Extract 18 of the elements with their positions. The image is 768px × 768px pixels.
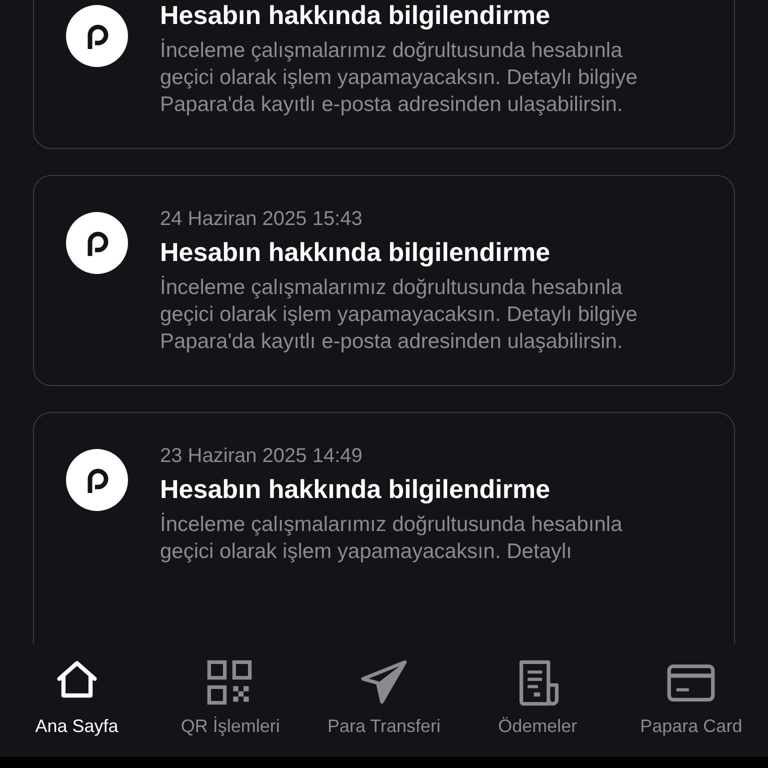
nav-tab[interactable]: QR İşlemleri [154,658,308,737]
notification-message: İnceleme çalışmalarımız doğrultusunda hesabınla geçici olarak işlem yapamayacaksın. Detaylı bilgiye Papara'da kayıtlı e-posta adresinden ulaşabilirsin. [160,274,638,355]
nav-tab[interactable]: Ana Sayfa [0,658,154,737]
notification-message: İnceleme çalışmalarımız doğrultusunda hesabınla geçici olarak işlem yapamayacaksın. Detaylı bilgiye Papara'da kayıtlı e-posta adresinden ulaşabilirsin. [160,38,638,118]
nav-tab[interactable]: Para Transferi [307,658,461,737]
logo-icon [66,212,128,274]
notification-card[interactable]: Hesabın hakkında bilgilendirme İnceleme çalışmalarımız doğrultusunda hesabınla geçici olarak işlem yapamayacaksın. Detaylı bilgiye Papara'da kayıtlı e-posta adresinden ulaşabilirsin. [33,0,735,149]
notification-date: 24 Haziran 2025 15:43 [160,207,364,232]
nav-tab[interactable]: Ödemeler [460,658,614,737]
notification-title: Hesabın hakkında bilgilendirme [160,0,552,31]
notification-title: Hesabın hakkında bilgilendirme [160,473,552,505]
nav-tab[interactable]: Papara Card [614,658,768,737]
notification-title: Hesabın hakkında bilgilendirme [160,236,552,268]
logo-icon [66,449,128,511]
logo-icon [66,5,128,67]
notification-date: 23 Haziran 2025 14:49 [160,444,364,469]
notification-card[interactable] [33,175,735,386]
notification-message: İnceleme çalışmalarımız doğrultusunda hesabınla geçici olarak işlem yapamayacaksın. Detaylı [160,512,624,565]
